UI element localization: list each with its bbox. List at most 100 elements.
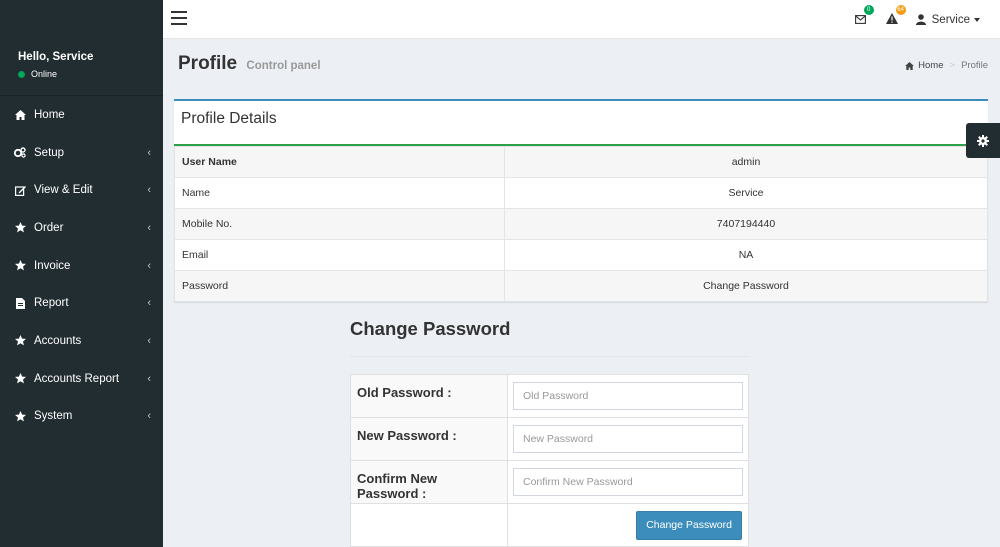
breadcrumb-home-link[interactable]: Home bbox=[918, 60, 943, 71]
table-row: User Name admin bbox=[174, 146, 988, 178]
star-icon bbox=[12, 373, 28, 384]
sidebar-item-label: Accounts bbox=[34, 334, 82, 347]
chevron-left-icon: ‹ bbox=[147, 259, 151, 272]
profile-value-name: Service bbox=[504, 177, 988, 209]
new-password-input[interactable] bbox=[513, 425, 743, 453]
sidebar-toggle-icon[interactable] bbox=[171, 11, 187, 25]
old-password-cell bbox=[507, 374, 749, 418]
user-panel: Hello, Service Online bbox=[0, 40, 163, 96]
user-status-label: Online bbox=[31, 69, 58, 79]
user-status: Online bbox=[18, 69, 145, 79]
home-icon bbox=[905, 61, 915, 70]
sidebar-item-label: Accounts Report bbox=[34, 372, 120, 385]
profile-value-email: NA bbox=[504, 239, 988, 271]
alerts-badge: 64 bbox=[895, 4, 906, 15]
form-row: Confirm New Password : bbox=[350, 460, 749, 504]
form-row: New Password : bbox=[350, 417, 749, 461]
user-menu-button[interactable]: Service bbox=[915, 13, 980, 26]
alerts-button[interactable]: 64 bbox=[885, 4, 906, 27]
top-navbar: 0 64 Service bbox=[163, 0, 1000, 39]
star-icon bbox=[12, 410, 28, 422]
sidebar-item-home[interactable]: Home bbox=[0, 96, 163, 134]
chevron-left-icon: ‹ bbox=[147, 297, 151, 310]
chevron-left-icon: ‹ bbox=[147, 410, 151, 423]
breadcrumb-separator: > bbox=[949, 60, 956, 71]
sidebar-item-label: Home bbox=[34, 108, 65, 121]
sidebar-menu: Home Setup ‹ View & Edit ‹ Order ‹ Invoi… bbox=[0, 96, 163, 435]
button-cell: Change Password bbox=[507, 503, 749, 547]
sidebar-logo-area bbox=[0, 0, 163, 40]
profile-label-mobile: Mobile No. bbox=[174, 208, 505, 240]
profile-label-name: Name bbox=[174, 177, 505, 209]
old-password-label: Old Password : bbox=[350, 374, 508, 418]
star-icon bbox=[12, 335, 28, 346]
envelope-icon bbox=[854, 14, 866, 24]
star-icon bbox=[12, 222, 28, 233]
sidebar-item-label: Report bbox=[34, 297, 69, 310]
star-icon bbox=[12, 260, 28, 271]
edit-icon bbox=[12, 185, 28, 196]
change-password-link[interactable]: Change Password bbox=[504, 270, 988, 302]
sidebar-item-system[interactable]: System ‹ bbox=[0, 398, 163, 436]
sidebar-item-label: Invoice bbox=[34, 259, 71, 272]
change-password-title: Change Password bbox=[350, 318, 511, 339]
table-row: Email NA bbox=[174, 239, 988, 271]
sidebar-item-label: Order bbox=[34, 221, 64, 234]
profile-details-box: Profile Details User Name admin Name Ser… bbox=[174, 99, 988, 302]
user-icon bbox=[915, 14, 926, 25]
table-row: Mobile No. 7407194440 bbox=[174, 208, 988, 240]
table-row: Password Change Password bbox=[174, 270, 988, 302]
sidebar-item-view-edit[interactable]: View & Edit ‹ bbox=[0, 171, 163, 209]
page-title: Profile Control panel bbox=[178, 53, 321, 75]
chevron-left-icon: ‹ bbox=[147, 184, 151, 197]
messages-button[interactable]: 0 bbox=[854, 4, 874, 27]
chevron-left-icon: ‹ bbox=[147, 146, 151, 159]
confirm-password-cell bbox=[507, 460, 749, 504]
sidebar: Hello, Service Online Home Setup ‹ View … bbox=[0, 0, 163, 547]
file-icon bbox=[12, 297, 28, 309]
sidebar-item-setup[interactable]: Setup ‹ bbox=[0, 134, 163, 172]
profile-details-table: User Name admin Name Service Mobile No. … bbox=[174, 146, 988, 302]
chevron-left-icon: ‹ bbox=[147, 372, 151, 385]
confirm-password-input[interactable] bbox=[513, 468, 743, 496]
profile-value-username: admin bbox=[504, 146, 988, 178]
profile-label-password: Password bbox=[174, 270, 505, 302]
sidebar-item-label: Setup bbox=[34, 146, 65, 159]
sidebar-item-label: View & Edit bbox=[34, 184, 93, 197]
user-menu-label: Service bbox=[931, 13, 970, 26]
cogs-icon bbox=[12, 147, 28, 158]
caret-down-icon bbox=[974, 17, 980, 22]
gear-icon bbox=[977, 134, 989, 147]
confirm-password-label: Confirm New Password : bbox=[350, 460, 508, 504]
profile-details-title: Profile Details bbox=[174, 101, 988, 146]
sidebar-item-report[interactable]: Report ‹ bbox=[0, 284, 163, 322]
messages-badge: 0 bbox=[863, 4, 874, 15]
form-row: Old Password : bbox=[350, 374, 749, 418]
breadcrumb-current: Profile bbox=[961, 60, 988, 71]
sidebar-item-label: System bbox=[34, 410, 73, 423]
change-password-button[interactable]: Change Password bbox=[636, 510, 742, 540]
sidebar-item-accounts[interactable]: Accounts ‹ bbox=[0, 322, 163, 360]
warning-icon bbox=[885, 12, 898, 24]
main-content: Profile Control panel Home > Profile Pro… bbox=[163, 40, 1000, 547]
home-icon bbox=[12, 109, 28, 120]
sidebar-item-accounts-report[interactable]: Accounts Report ‹ bbox=[0, 360, 163, 398]
chevron-left-icon: ‹ bbox=[147, 334, 151, 347]
page-title-text: Profile bbox=[178, 53, 238, 74]
breadcrumb: Home > Profile bbox=[905, 60, 988, 71]
empty-cell bbox=[350, 503, 508, 547]
sidebar-item-order[interactable]: Order ‹ bbox=[0, 209, 163, 247]
profile-value-mobile: 7407194440 bbox=[504, 208, 988, 240]
change-password-form: Old Password : New Password : Confirm Ne… bbox=[350, 374, 749, 547]
old-password-input[interactable] bbox=[513, 382, 743, 410]
page-subtitle: Control panel bbox=[246, 60, 321, 72]
sidebar-item-invoice[interactable]: Invoice ‹ bbox=[0, 247, 163, 285]
online-dot-icon bbox=[18, 70, 25, 78]
divider bbox=[350, 356, 749, 357]
user-greeting: Hello, Service bbox=[18, 51, 94, 63]
chevron-left-icon: ‹ bbox=[147, 221, 151, 234]
form-actions-row: Change Password bbox=[350, 503, 749, 547]
navbar-right: 0 64 Service bbox=[835, 0, 980, 39]
settings-toggle-button[interactable] bbox=[966, 123, 1000, 158]
profile-label-username: User Name bbox=[174, 146, 505, 178]
